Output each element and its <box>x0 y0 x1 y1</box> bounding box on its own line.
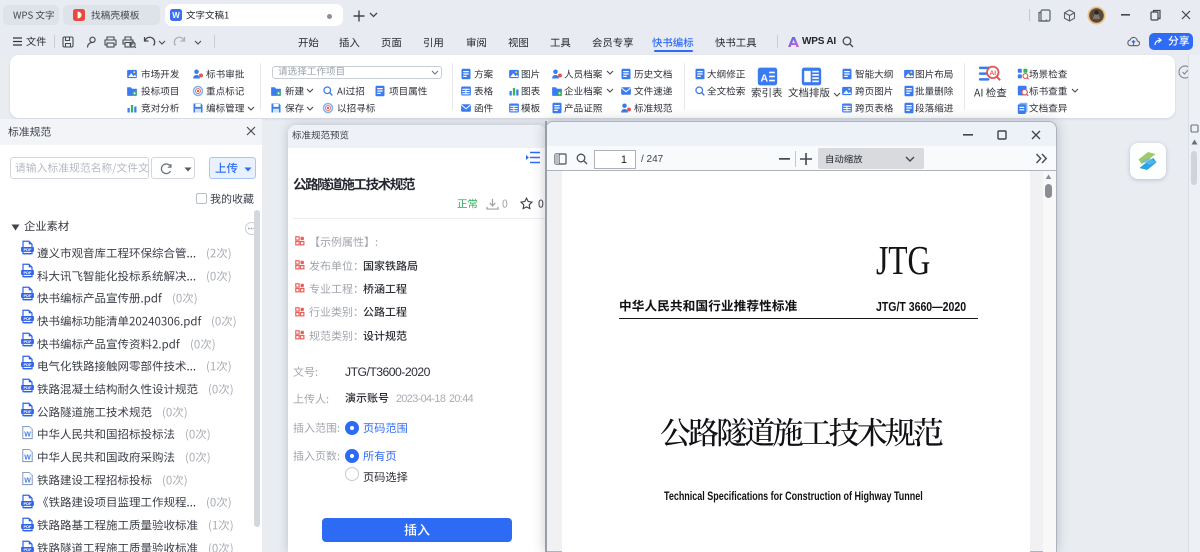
svg-text:JTG: JTG <box>876 237 930 283</box>
svg-text:W: W <box>172 11 180 20</box>
svg-text:JTG/T 3660—2020: JTG/T 3660—2020 <box>876 301 966 314</box>
svg-text:AI: AI <box>990 70 997 77</box>
svg-text:A: A <box>760 72 768 84</box>
svg-text:Technical Specifications for C: Technical Specifications for Constructio… <box>664 491 923 503</box>
